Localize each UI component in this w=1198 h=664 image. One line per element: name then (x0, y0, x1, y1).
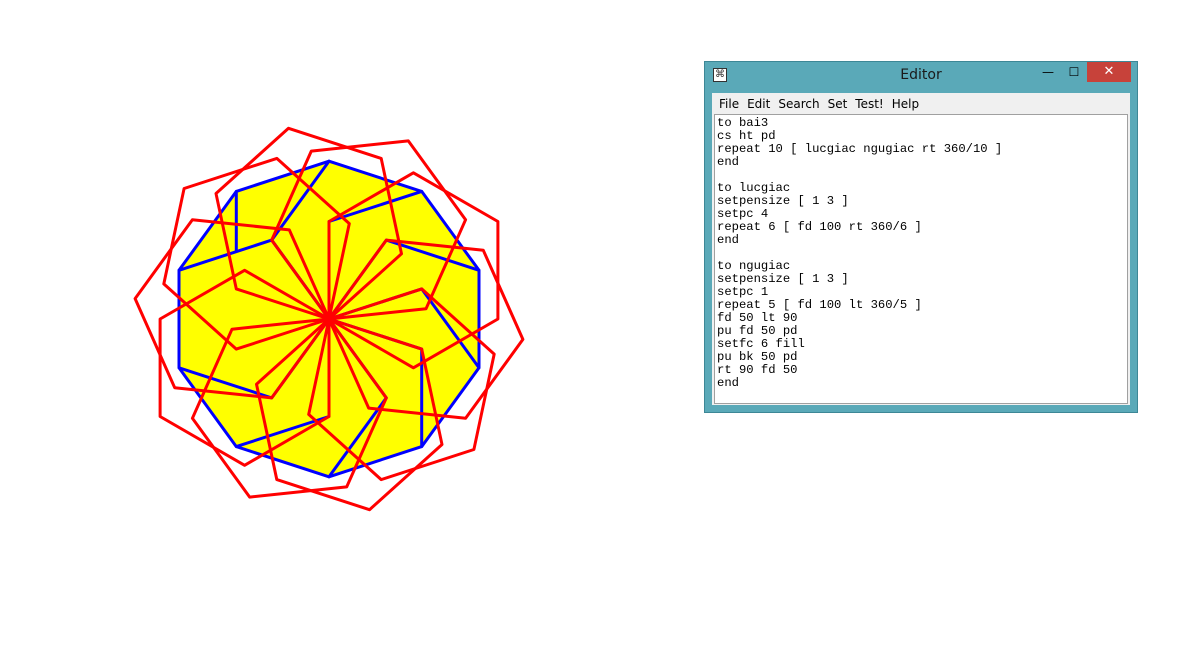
menu-edit[interactable]: Edit (743, 94, 774, 114)
menu-search[interactable]: Search (774, 94, 823, 114)
editor-frame: to bai3 cs ht pd repeat 10 [ lucgiac ngu… (712, 113, 1130, 405)
editor-window[interactable]: ⌘ Editor — ☐ ✕ File Edit Search Set Test! Hel… (704, 61, 1138, 413)
editor-titlebar[interactable]: ⌘ Editor — ☐ ✕ (705, 62, 1137, 90)
menu-help[interactable]: Help (888, 94, 923, 114)
menu-file[interactable]: File (715, 94, 743, 114)
maximize-button[interactable]: ☐ (1061, 62, 1087, 82)
turtle-drawing (133, 126, 525, 512)
close-button[interactable]: ✕ (1087, 62, 1131, 82)
menu-test[interactable]: Test! (851, 94, 887, 114)
menu-bar: File Edit Search Set Test! Help (712, 93, 1130, 113)
code-editor[interactable]: to bai3 cs ht pd repeat 10 [ lucgiac ngu… (714, 114, 1128, 404)
menu-set[interactable]: Set (824, 94, 852, 114)
minimize-button[interactable]: — (1035, 62, 1061, 82)
